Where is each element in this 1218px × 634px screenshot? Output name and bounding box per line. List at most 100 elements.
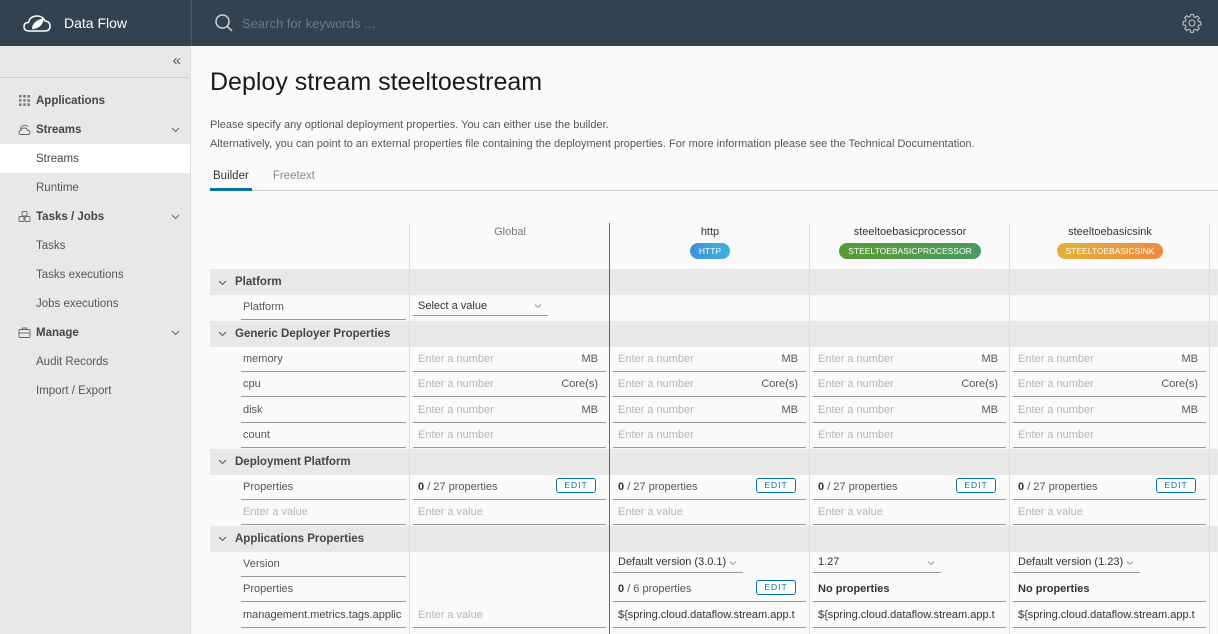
- chevron-down-icon: [171, 127, 180, 133]
- platform-select[interactable]: Select a value: [413, 296, 548, 316]
- unit-label: MB: [581, 403, 599, 416]
- deployment-properties-row: Properties 0 / 27 properties EDIT 0 / 27 p…: [210, 475, 1218, 501]
- placeholder: Enter a number: [818, 429, 894, 441]
- placeholder: Enter a number: [618, 378, 694, 390]
- sidebar-nav: Applications Streams Streams Runtime Tas…: [0, 78, 190, 405]
- placeholder: Enter a number: [618, 429, 694, 441]
- chevron-down-icon: [534, 304, 542, 309]
- sidebar-item-audit-records[interactable]: Audit Records: [0, 347, 190, 376]
- version-select-http[interactable]: Default version (3.0.1): [613, 553, 743, 573]
- main-content: Deploy stream steeltoestream Please spec…: [191, 46, 1218, 634]
- edit-button[interactable]: EDIT: [556, 477, 596, 493]
- top-header: Data Flow: [0, 0, 1218, 46]
- generic-row-disk: disk Enter a number MB Enter a number MB Ente…: [210, 398, 1218, 424]
- generic-row-cpu: cpu Enter a number Core(s) Enter a number Co…: [210, 372, 1218, 398]
- edit-button[interactable]: EDIT: [1156, 477, 1196, 493]
- placeholder: Enter a number: [818, 403, 894, 416]
- column-name: steeltoebasicsink: [1068, 226, 1152, 238]
- row-label: Version: [241, 552, 406, 577]
- edit-button[interactable]: EDIT: [756, 580, 796, 595]
- sidebar-label: Tasks / Jobs: [36, 210, 105, 223]
- cpu-input[interactable]: Enter a number Core(s): [613, 372, 806, 397]
- version-select-sink[interactable]: Default version (1.23): [1013, 553, 1140, 573]
- briefcase-icon: [18, 327, 31, 338]
- version-select-processor[interactable]: 1.27: [813, 553, 941, 573]
- disk-input[interactable]: Enter a number MB: [813, 398, 1006, 423]
- memory-input[interactable]: Enter a number MB: [1013, 347, 1206, 372]
- placeholder: Enter a number: [1018, 352, 1094, 365]
- app-title: Data Flow: [64, 15, 128, 31]
- tab-freetext[interactable]: Freetext: [270, 168, 318, 191]
- sidebar-item-applications[interactable]: Applications: [0, 86, 190, 115]
- disk-input[interactable]: Enter a number MB: [413, 398, 606, 423]
- chevron-down-icon: [1126, 560, 1134, 565]
- section-applications-properties[interactable]: Applications Properties: [210, 525, 1218, 552]
- section-generic-deployer[interactable]: Generic Deployer Properties: [210, 320, 1218, 347]
- gear-icon[interactable]: [1182, 13, 1202, 33]
- collapse-sidebar-icon[interactable]: «: [173, 52, 181, 69]
- chevron-down-icon: [729, 560, 737, 565]
- brand[interactable]: Data Flow: [0, 0, 192, 46]
- disk-input[interactable]: Enter a number MB: [1013, 398, 1206, 423]
- sidebar-item-streams[interactable]: Streams: [0, 144, 190, 173]
- memory-input[interactable]: Enter a number MB: [813, 347, 1006, 372]
- sidebar-item-runtime[interactable]: Runtime: [0, 173, 190, 202]
- column-global: Global: [410, 223, 610, 269]
- deployment-properties-count: 0 / 27 properties EDIT: [613, 475, 806, 500]
- deployment-value-input[interactable]: Enter a value: [1013, 500, 1206, 525]
- unit-label: MB: [981, 352, 999, 365]
- description-line-1: Please specify any optional deployment p…: [210, 119, 609, 131]
- unit-label: MB: [981, 403, 999, 416]
- http-properties-count: 0 / 6 properties EDIT: [613, 577, 806, 602]
- placeholder: Enter a number: [418, 352, 494, 365]
- disk-input[interactable]: Enter a number MB: [613, 398, 806, 423]
- section-title: Platform: [235, 276, 282, 288]
- section-platform[interactable]: Platform: [210, 269, 1218, 295]
- count-input[interactable]: Enter a number: [613, 423, 806, 448]
- count-input[interactable]: Enter a number: [413, 423, 606, 448]
- row-label: Platform: [241, 295, 406, 320]
- row-label: count: [241, 423, 406, 448]
- sidebar: « Applications Streams Streams Runtime T…: [0, 46, 191, 634]
- row-label: cpu: [241, 372, 406, 397]
- search-input[interactable]: [242, 15, 542, 31]
- tab-builder[interactable]: Builder: [210, 168, 252, 191]
- unit-label: MB: [781, 403, 799, 416]
- count-input[interactable]: Enter a number: [1013, 423, 1206, 448]
- deployment-value-input[interactable]: Enter a value: [813, 500, 1006, 525]
- count-input[interactable]: Enter a number: [813, 423, 1006, 448]
- column-name: http: [700, 226, 720, 238]
- chevron-down-icon: [218, 331, 227, 337]
- chevron-down-icon: [171, 330, 180, 336]
- key-input[interactable]: Enter a value: [241, 500, 406, 525]
- column-headers: Global http HTTP steeltoebasicprocessor …: [210, 223, 1218, 269]
- sidebar-item-import-export[interactable]: Import / Export: [0, 376, 190, 405]
- memory-input[interactable]: Enter a number MB: [413, 347, 606, 372]
- sidebar-group-tasks-jobs[interactable]: Tasks / Jobs: [0, 202, 190, 231]
- chevron-down-icon: [927, 560, 935, 565]
- deployment-value-input[interactable]: Enter a value: [613, 500, 806, 525]
- cpu-input[interactable]: Enter a number Core(s): [413, 372, 606, 397]
- deployment-value-row: Enter a value Enter a value Enter a value…: [210, 500, 1218, 526]
- sidebar-item-jobs-executions[interactable]: Jobs executions: [0, 289, 190, 318]
- sink-metrics-input[interactable]: ${spring.cloud.dataflow.stream.app.t: [1013, 603, 1206, 628]
- cpu-input[interactable]: Enter a number Core(s): [1013, 372, 1206, 397]
- column-name: Global: [494, 226, 526, 238]
- deployment-value-input[interactable]: Enter a value: [413, 500, 606, 525]
- global-metrics-input[interactable]: Enter a value: [413, 603, 606, 628]
- http-metrics-input[interactable]: ${spring.cloud.dataflow.stream.app.t: [613, 603, 806, 628]
- memory-input[interactable]: Enter a number MB: [613, 347, 806, 372]
- cpu-input[interactable]: Enter a number Core(s): [813, 372, 1006, 397]
- edit-button[interactable]: EDIT: [756, 477, 796, 493]
- section-deployment-platform[interactable]: Deployment Platform: [210, 448, 1218, 475]
- sidebar-group-manage[interactable]: Manage: [0, 318, 190, 347]
- sidebar-group-streams[interactable]: Streams: [0, 115, 190, 144]
- processor-metrics-input[interactable]: ${spring.cloud.dataflow.stream.app.t: [813, 603, 1006, 628]
- clouds-icon: [18, 124, 31, 135]
- unit-label: MB: [1181, 403, 1199, 416]
- column-sink: steeltoebasicsink STEELTOEBASICSINK: [1010, 223, 1210, 269]
- sidebar-item-tasks[interactable]: Tasks: [0, 231, 190, 260]
- sidebar-item-tasks-executions[interactable]: Tasks executions: [0, 260, 190, 289]
- search-bar: [192, 0, 1218, 46]
- edit-button[interactable]: EDIT: [956, 477, 996, 493]
